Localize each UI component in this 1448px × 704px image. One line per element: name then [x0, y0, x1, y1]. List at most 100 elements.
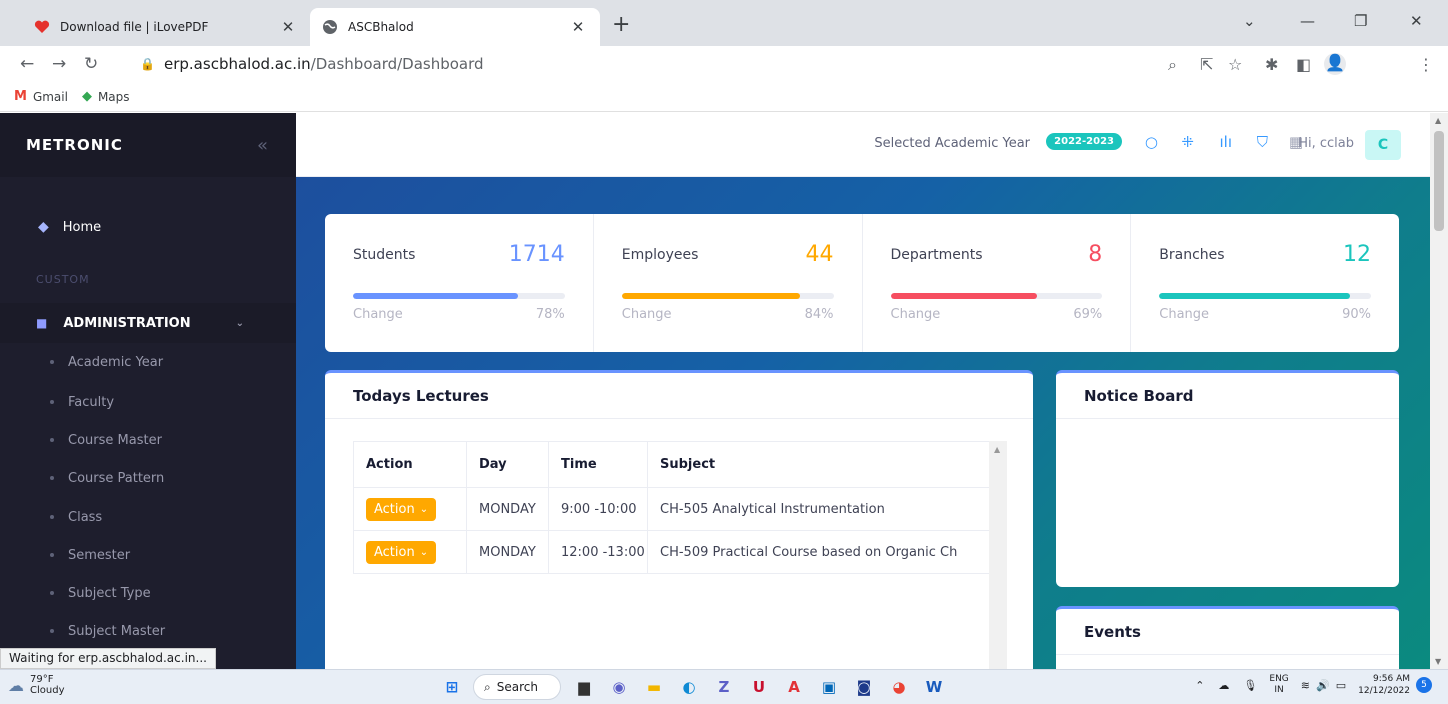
word-icon[interactable]: W [920, 674, 948, 700]
sidebar-item-label: ADMINISTRATION [63, 315, 191, 331]
angular-icon[interactable]: A [780, 674, 808, 700]
academic-year-badge[interactable]: 2022-2023 [1046, 133, 1122, 150]
sidebar-item-label: Home [62, 219, 102, 235]
action-dropdown-button[interactable]: Action ⌄ [366, 497, 437, 521]
stat-branches: Branches 12 Change 90% [1131, 214, 1399, 352]
user-greeting[interactable]: Hi, cclab [1298, 136, 1354, 151]
reload-icon[interactable]: ↻ [84, 54, 98, 74]
chart-icon[interactable]: ılı [1219, 133, 1232, 151]
stat-label: Employees [621, 246, 699, 263]
bookmarks-bar: M Gmail ◆ Maps [0, 82, 1448, 112]
wifi-icon[interactable]: ≋ [1301, 679, 1310, 692]
menu-icon[interactable]: ⋮ [1418, 55, 1434, 74]
bookmark-gmail[interactable]: M Gmail [14, 89, 68, 104]
chat-icon[interactable]: ◉ [605, 674, 633, 700]
sidebar-item-label: Class [68, 509, 103, 525]
volume-icon[interactable]: 🔊 [1316, 679, 1330, 692]
battery-icon[interactable]: ▭ [1336, 679, 1346, 692]
task-view-icon[interactable]: ▆ [570, 674, 598, 700]
chevron-down-icon: ⌄ [419, 546, 429, 558]
mcafee-icon[interactable]: U [745, 674, 773, 700]
language-indicator[interactable]: ENG IN [1269, 674, 1288, 696]
clock[interactable]: 9:56 AM 12/12/2022 [1358, 673, 1410, 697]
collapse-sidebar-icon[interactable]: « [257, 135, 268, 156]
sidebar-group-administration[interactable]: ■ ADMINISTRATION ⌄ [0, 303, 296, 343]
side-panel-icon[interactable]: ◧ [1296, 55, 1311, 74]
basket-icon[interactable]: ⛉ [1257, 133, 1268, 151]
bullet-icon [50, 400, 54, 404]
close-tab-icon[interactable]: ✕ [278, 18, 298, 36]
scroll-down-icon[interactable]: ▼ [1435, 657, 1441, 666]
restore-icon[interactable]: ❐ [1354, 12, 1367, 30]
zoom-icon[interactable]: ⌕ [1168, 55, 1177, 75]
tab-search-icon[interactable]: ⌄ [1243, 12, 1256, 30]
close-tab-icon[interactable]: ✕ [568, 18, 588, 36]
edge-icon[interactable]: ◐ [675, 674, 703, 700]
store-icon[interactable]: ▣ [815, 674, 843, 700]
sidebar-item-class[interactable]: Class [0, 502, 296, 532]
sidebar-item-faculty[interactable]: Faculty [0, 387, 296, 417]
taskbar-search[interactable]: ⌕ Search [473, 674, 561, 700]
onedrive-icon[interactable]: ☁ [1218, 679, 1229, 692]
sidebar-item-academic-year[interactable]: Academic Year [0, 347, 296, 377]
sidebar-item-label: Subject Type [68, 585, 151, 601]
microphone-icon[interactable]: 🎙 [1243, 679, 1257, 692]
forward-icon[interactable]: → [52, 54, 66, 74]
tab-ascbhalod[interactable]: ASCBhalod ✕ [310, 8, 600, 46]
scroll-up-icon[interactable]: ▲ [994, 445, 1000, 454]
window-close-icon[interactable]: ✕ [1410, 12, 1423, 30]
bookmark-star-icon[interactable]: ☆ [1228, 55, 1242, 74]
scrollbar-thumb[interactable] [1434, 131, 1444, 231]
sidebar-item-course-pattern[interactable]: Course Pattern [0, 463, 296, 493]
sidebar-brand: METRONIC « [0, 113, 296, 177]
date: 12/12/2022 [1358, 686, 1410, 696]
show-hidden-icons-icon[interactable]: ⌃ [1195, 679, 1204, 692]
sidebar-item-home[interactable]: ◆ Home [0, 209, 296, 245]
new-tab-button[interactable]: + [612, 14, 630, 36]
table-scrollbar[interactable]: ▲ [989, 441, 1007, 669]
scroll-up-icon[interactable]: ▲ [1435, 116, 1441, 125]
minimize-icon[interactable]: — [1300, 12, 1315, 30]
share-icon[interactable]: ⇱ [1200, 55, 1213, 74]
table-header-row: Action Day Time Subject [353, 441, 1005, 488]
zoho-icon[interactable]: Z [710, 674, 738, 700]
weather-widget[interactable]: ☁ 79°F Cloudy [8, 674, 64, 696]
back-icon[interactable]: ← [20, 54, 34, 74]
url-domain: erp.ascbhalod.ac.in [164, 55, 311, 73]
sidebar-item-subject-type[interactable]: Subject Type [0, 578, 296, 608]
bookmark-maps[interactable]: ◆ Maps [82, 89, 130, 104]
extensions-icon[interactable]: ✱ [1265, 55, 1278, 74]
progress-bar [1159, 293, 1371, 299]
address-bar[interactable]: 🔒 erp.ascbhalod.ac.in/Dashboard/Dashboar… [140, 50, 1290, 78]
avatar[interactable]: C [1365, 130, 1401, 160]
tab-ilovepdf[interactable]: Download file | iLovePDF ✕ [22, 8, 310, 46]
search-icon[interactable]: ○ [1145, 133, 1158, 151]
page-scrollbar[interactable]: ▲ ▼ [1430, 113, 1448, 669]
bookmark-label: Gmail [32, 89, 68, 104]
vscode-icon[interactable]: ◙ [850, 674, 878, 700]
progress-fill [353, 293, 519, 299]
profile-icon[interactable]: 👤 [1324, 53, 1346, 75]
stat-label: Students [353, 246, 416, 263]
day-cell: MONDAY [466, 487, 549, 531]
chevron-down-icon: ⌄ [235, 317, 244, 329]
lock-icon[interactable]: 🔒 [140, 57, 155, 71]
sidebar-item-label: Academic Year [68, 354, 164, 370]
subject-cell: CH-509 Practical Course based on Organic… [647, 530, 1005, 574]
column-header: Day [466, 441, 549, 488]
quick-actions-icon[interactable]: ⁜ [1181, 133, 1194, 151]
chrome-icon[interactable]: ◕ [885, 674, 913, 700]
lectures-table-wrapper: Action Day Time Subject Action ⌄ MONDAY 9… [353, 441, 1007, 669]
windows-start-icon[interactable]: ⊞ [438, 674, 466, 700]
card-title: Todays Lectures [325, 373, 1033, 419]
sidebar-item-subject-master[interactable]: Subject Master [0, 616, 296, 646]
time-cell: 12:00 -13:00 [548, 530, 648, 574]
notification-badge[interactable]: 5 [1416, 677, 1432, 693]
sidebar-item-semester[interactable]: Semester [0, 540, 296, 570]
sidebar: METRONIC « ◆ Home CUSTOM ■ ADMINISTRATIO… [0, 113, 296, 669]
column-header: Time [548, 441, 648, 488]
sidebar-item-course-master[interactable]: Course Master [0, 425, 296, 455]
action-dropdown-button[interactable]: Action ⌄ [366, 540, 437, 564]
file-explorer-icon[interactable]: ▬ [640, 674, 668, 700]
todays-lectures-card: Todays Lectures Action Day Time Subject [325, 370, 1033, 669]
